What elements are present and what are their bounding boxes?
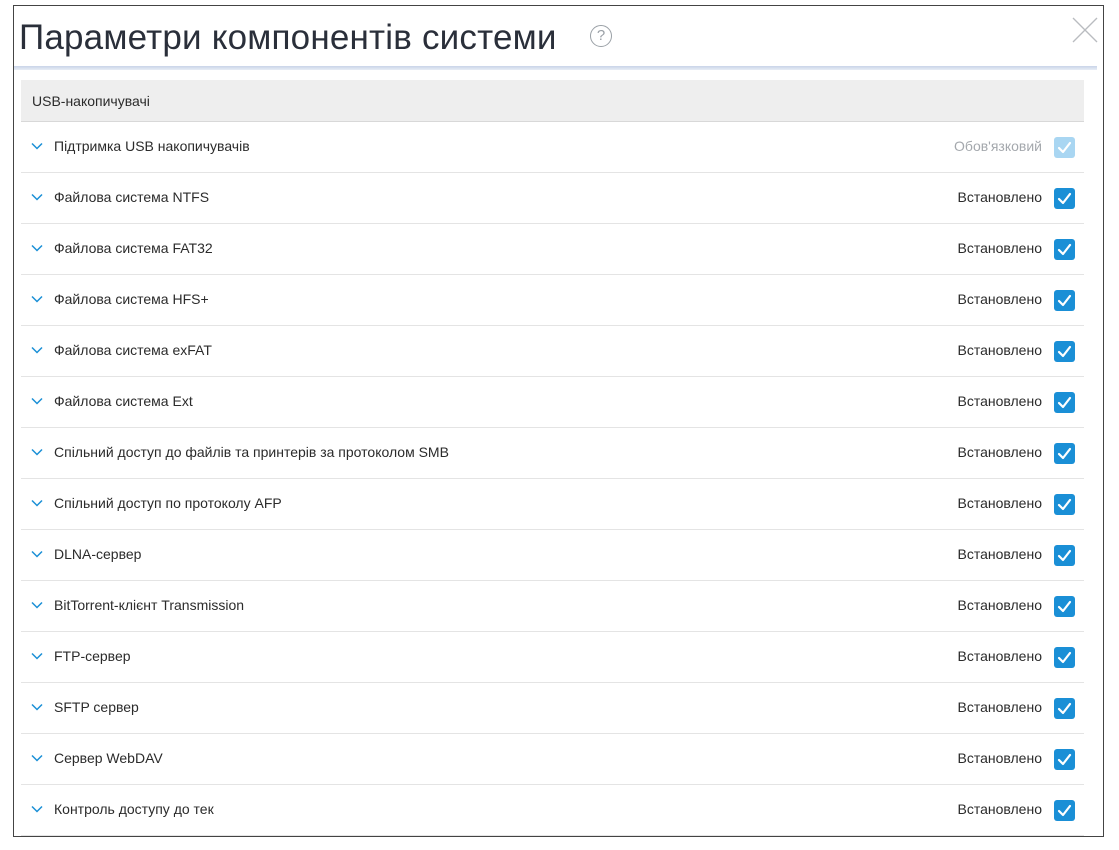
chevron-down-icon[interactable]	[31, 601, 43, 609]
checkmark-icon	[1057, 753, 1072, 766]
close-icon[interactable]	[1072, 17, 1098, 43]
component-row[interactable]: Файлова система HFS+ Встановлено	[21, 275, 1084, 326]
chevron-down-icon[interactable]	[31, 346, 43, 354]
component-checkbox[interactable]	[1054, 188, 1075, 209]
component-list: Підтримка USB накопичувачів Обов'язковий…	[21, 122, 1084, 836]
checkmark-icon	[1057, 600, 1072, 613]
component-checkbox[interactable]	[1054, 698, 1075, 719]
component-label: Файлова система exFAT	[54, 342, 212, 358]
component-label: Спільний доступ до файлів та принтерів з…	[54, 444, 449, 460]
component-row[interactable]: SFTP сервер Встановлено	[21, 683, 1084, 734]
checkmark-icon	[1057, 804, 1072, 817]
chevron-down-icon[interactable]	[31, 805, 43, 813]
component-checkbox[interactable]	[1054, 290, 1075, 311]
component-row[interactable]: DLNA-сервер Встановлено	[21, 530, 1084, 581]
component-status: Встановлено	[957, 597, 1043, 613]
component-status: Встановлено	[957, 648, 1043, 664]
component-row[interactable]: Спільний доступ до файлів та принтерів з…	[21, 428, 1084, 479]
chevron-down-icon[interactable]	[31, 244, 43, 252]
checkmark-icon	[1057, 396, 1072, 409]
component-checkbox[interactable]	[1054, 494, 1075, 515]
component-status: Встановлено	[957, 342, 1043, 358]
component-label: BitTorrent-клієнт Transmission	[54, 597, 245, 613]
component-checkbox[interactable]	[1054, 749, 1075, 770]
component-label: Сервер WebDAV	[54, 750, 163, 766]
component-status: Встановлено	[957, 750, 1043, 766]
component-status: Встановлено	[957, 291, 1043, 307]
component-row[interactable]: Контроль доступу до тек Встановлено	[21, 785, 1084, 836]
component-checkbox[interactable]	[1054, 647, 1075, 668]
chevron-down-icon[interactable]	[31, 754, 43, 762]
component-label: Файлова система FAT32	[54, 240, 213, 256]
component-row[interactable]: Підтримка USB накопичувачів Обов'язковий	[21, 122, 1084, 173]
component-checkbox[interactable]	[1054, 596, 1075, 617]
component-label: Спільний доступ по протоколу AFP	[54, 495, 282, 511]
component-label: SFTP сервер	[54, 699, 139, 715]
chevron-down-icon[interactable]	[31, 397, 43, 405]
checkmark-icon	[1057, 141, 1072, 154]
component-status: Встановлено	[957, 444, 1043, 460]
chevron-down-icon[interactable]	[31, 142, 43, 150]
checkmark-icon	[1057, 651, 1072, 664]
chevron-down-icon[interactable]	[31, 652, 43, 660]
component-checkbox[interactable]	[1054, 341, 1075, 362]
dialog-title: Параметри компонентів системи	[19, 18, 557, 57]
component-status: Встановлено	[957, 699, 1043, 715]
component-label: Файлова система NTFS	[54, 189, 210, 205]
component-label: Контроль доступу до тек	[54, 801, 214, 817]
component-label: Підтримка USB накопичувачів	[54, 138, 250, 154]
component-label: FTP-сервер	[54, 648, 131, 664]
checkmark-icon	[1057, 447, 1072, 460]
chevron-down-icon[interactable]	[31, 193, 43, 201]
header-divider	[14, 66, 1097, 70]
component-row[interactable]: FTP-сервер Встановлено	[21, 632, 1084, 683]
checkmark-icon	[1057, 345, 1072, 358]
chevron-down-icon[interactable]	[31, 499, 43, 507]
component-row[interactable]: BitTorrent-клієнт Transmission Встановле…	[21, 581, 1084, 632]
component-status: Встановлено	[957, 240, 1043, 256]
component-label: Файлова система HFS+	[54, 291, 209, 307]
component-checkbox[interactable]	[1054, 239, 1075, 260]
checkmark-icon	[1057, 294, 1072, 307]
component-row[interactable]: Файлова система NTFS Встановлено	[21, 173, 1084, 224]
section-header-usb: USB-накопичувачі	[21, 80, 1084, 122]
component-checkbox[interactable]	[1054, 800, 1075, 821]
component-row[interactable]: Файлова система Ext Встановлено	[21, 377, 1084, 428]
component-row[interactable]: Файлова система FAT32 Встановлено	[21, 224, 1084, 275]
component-row[interactable]: Сервер WebDAV Встановлено	[21, 734, 1084, 785]
component-row[interactable]: Спільний доступ по протоколу AFP Встанов…	[21, 479, 1084, 530]
component-status: Встановлено	[957, 393, 1043, 409]
component-status: Встановлено	[957, 546, 1043, 562]
help-icon[interactable]: ?	[590, 25, 612, 47]
checkmark-icon	[1057, 498, 1072, 511]
checkmark-icon	[1057, 192, 1072, 205]
dialog-header: Параметри компонентів системи ?	[14, 6, 1103, 66]
component-status: Обов'язковий	[954, 138, 1042, 154]
component-label: DLNA-сервер	[54, 546, 142, 562]
system-components-dialog: Параметри компонентів системи ? USB-нако…	[13, 5, 1104, 837]
checkmark-icon	[1057, 549, 1072, 562]
checkmark-icon	[1057, 702, 1072, 715]
component-label: Файлова система Ext	[54, 393, 193, 409]
component-status: Встановлено	[957, 801, 1043, 817]
chevron-down-icon[interactable]	[31, 550, 43, 558]
component-checkbox	[1054, 137, 1075, 158]
chevron-down-icon[interactable]	[31, 295, 43, 303]
component-row[interactable]: Файлова система exFAT Встановлено	[21, 326, 1084, 377]
checkmark-icon	[1057, 243, 1072, 256]
component-checkbox[interactable]	[1054, 443, 1075, 464]
component-status: Встановлено	[957, 189, 1043, 205]
component-status: Встановлено	[957, 495, 1043, 511]
chevron-down-icon[interactable]	[31, 703, 43, 711]
component-checkbox[interactable]	[1054, 545, 1075, 566]
component-checkbox[interactable]	[1054, 392, 1075, 413]
chevron-down-icon[interactable]	[31, 448, 43, 456]
